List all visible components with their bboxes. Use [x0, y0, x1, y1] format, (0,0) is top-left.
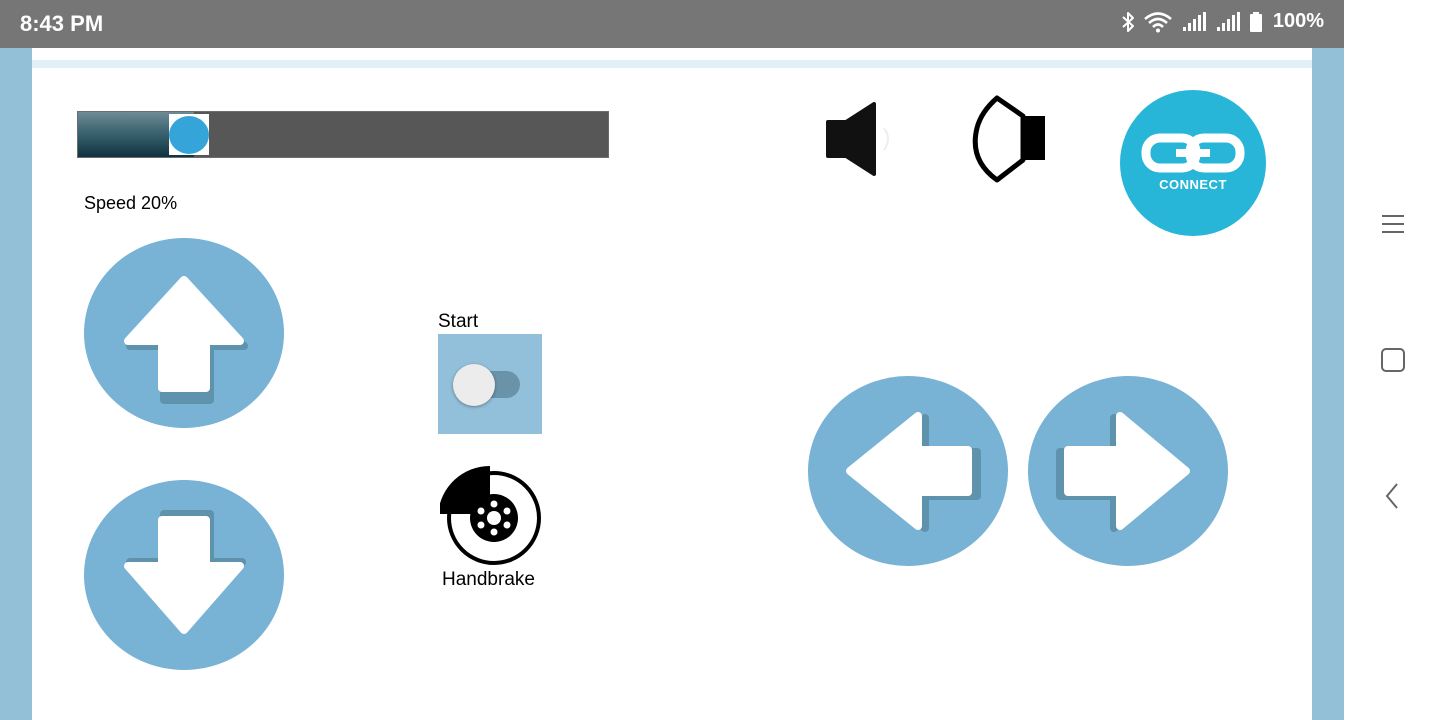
- speed-label: Speed 20%: [84, 193, 178, 213]
- left-arrow-icon: [846, 412, 981, 532]
- speaker-icon: [826, 102, 889, 176]
- start-label: Start: [438, 311, 479, 332]
- top-divider: [32, 60, 1312, 68]
- slider-thumb[interactable]: [169, 116, 209, 154]
- signal-icon: [1181, 11, 1207, 33]
- forward-button[interactable]: [84, 238, 284, 428]
- brake-disc-icon: [438, 465, 541, 565]
- status-bar: 8:43 PM 100%: [0, 0, 1344, 48]
- status-icons: 100%: [1121, 10, 1324, 33]
- toggle-knob[interactable]: [453, 364, 495, 406]
- home-icon[interactable]: [1380, 347, 1406, 373]
- frame-right: [1312, 48, 1344, 720]
- controller-panel: Speed 20% Start Handbrake CONNECT: [32, 48, 1312, 720]
- connect-button[interactable]: CONNECT: [1120, 90, 1266, 236]
- bluetooth-icon: [1121, 11, 1135, 33]
- navigation-bar: [1344, 0, 1440, 720]
- forward-arrow-icon: [124, 276, 248, 404]
- chain-link-icon: [1141, 133, 1245, 173]
- frame-left: [0, 48, 32, 720]
- right-button[interactable]: [1028, 376, 1228, 566]
- signal-icon: [1215, 11, 1241, 33]
- right-arrow-icon: [1056, 412, 1190, 532]
- battery-icon: [1249, 11, 1263, 33]
- handbrake-button[interactable]: [438, 465, 544, 570]
- handbrake-label: Handbrake: [442, 569, 535, 590]
- horn-button[interactable]: [822, 100, 912, 180]
- left-button[interactable]: [808, 376, 1008, 566]
- status-time: 8:43 PM: [20, 11, 104, 36]
- speaker-outline-icon: [972, 95, 1045, 183]
- connect-label: CONNECT: [1159, 177, 1227, 192]
- backward-button[interactable]: [84, 480, 284, 670]
- battery-percent: 100%: [1272, 10, 1324, 32]
- backward-arrow-icon: [124, 510, 246, 634]
- speed-slider[interactable]: [77, 111, 609, 158]
- start-toggle[interactable]: [438, 334, 542, 434]
- back-icon[interactable]: [1380, 483, 1406, 509]
- wifi-icon: [1143, 11, 1173, 33]
- recents-icon[interactable]: [1380, 211, 1406, 237]
- horn-button-alt[interactable]: [947, 88, 1047, 188]
